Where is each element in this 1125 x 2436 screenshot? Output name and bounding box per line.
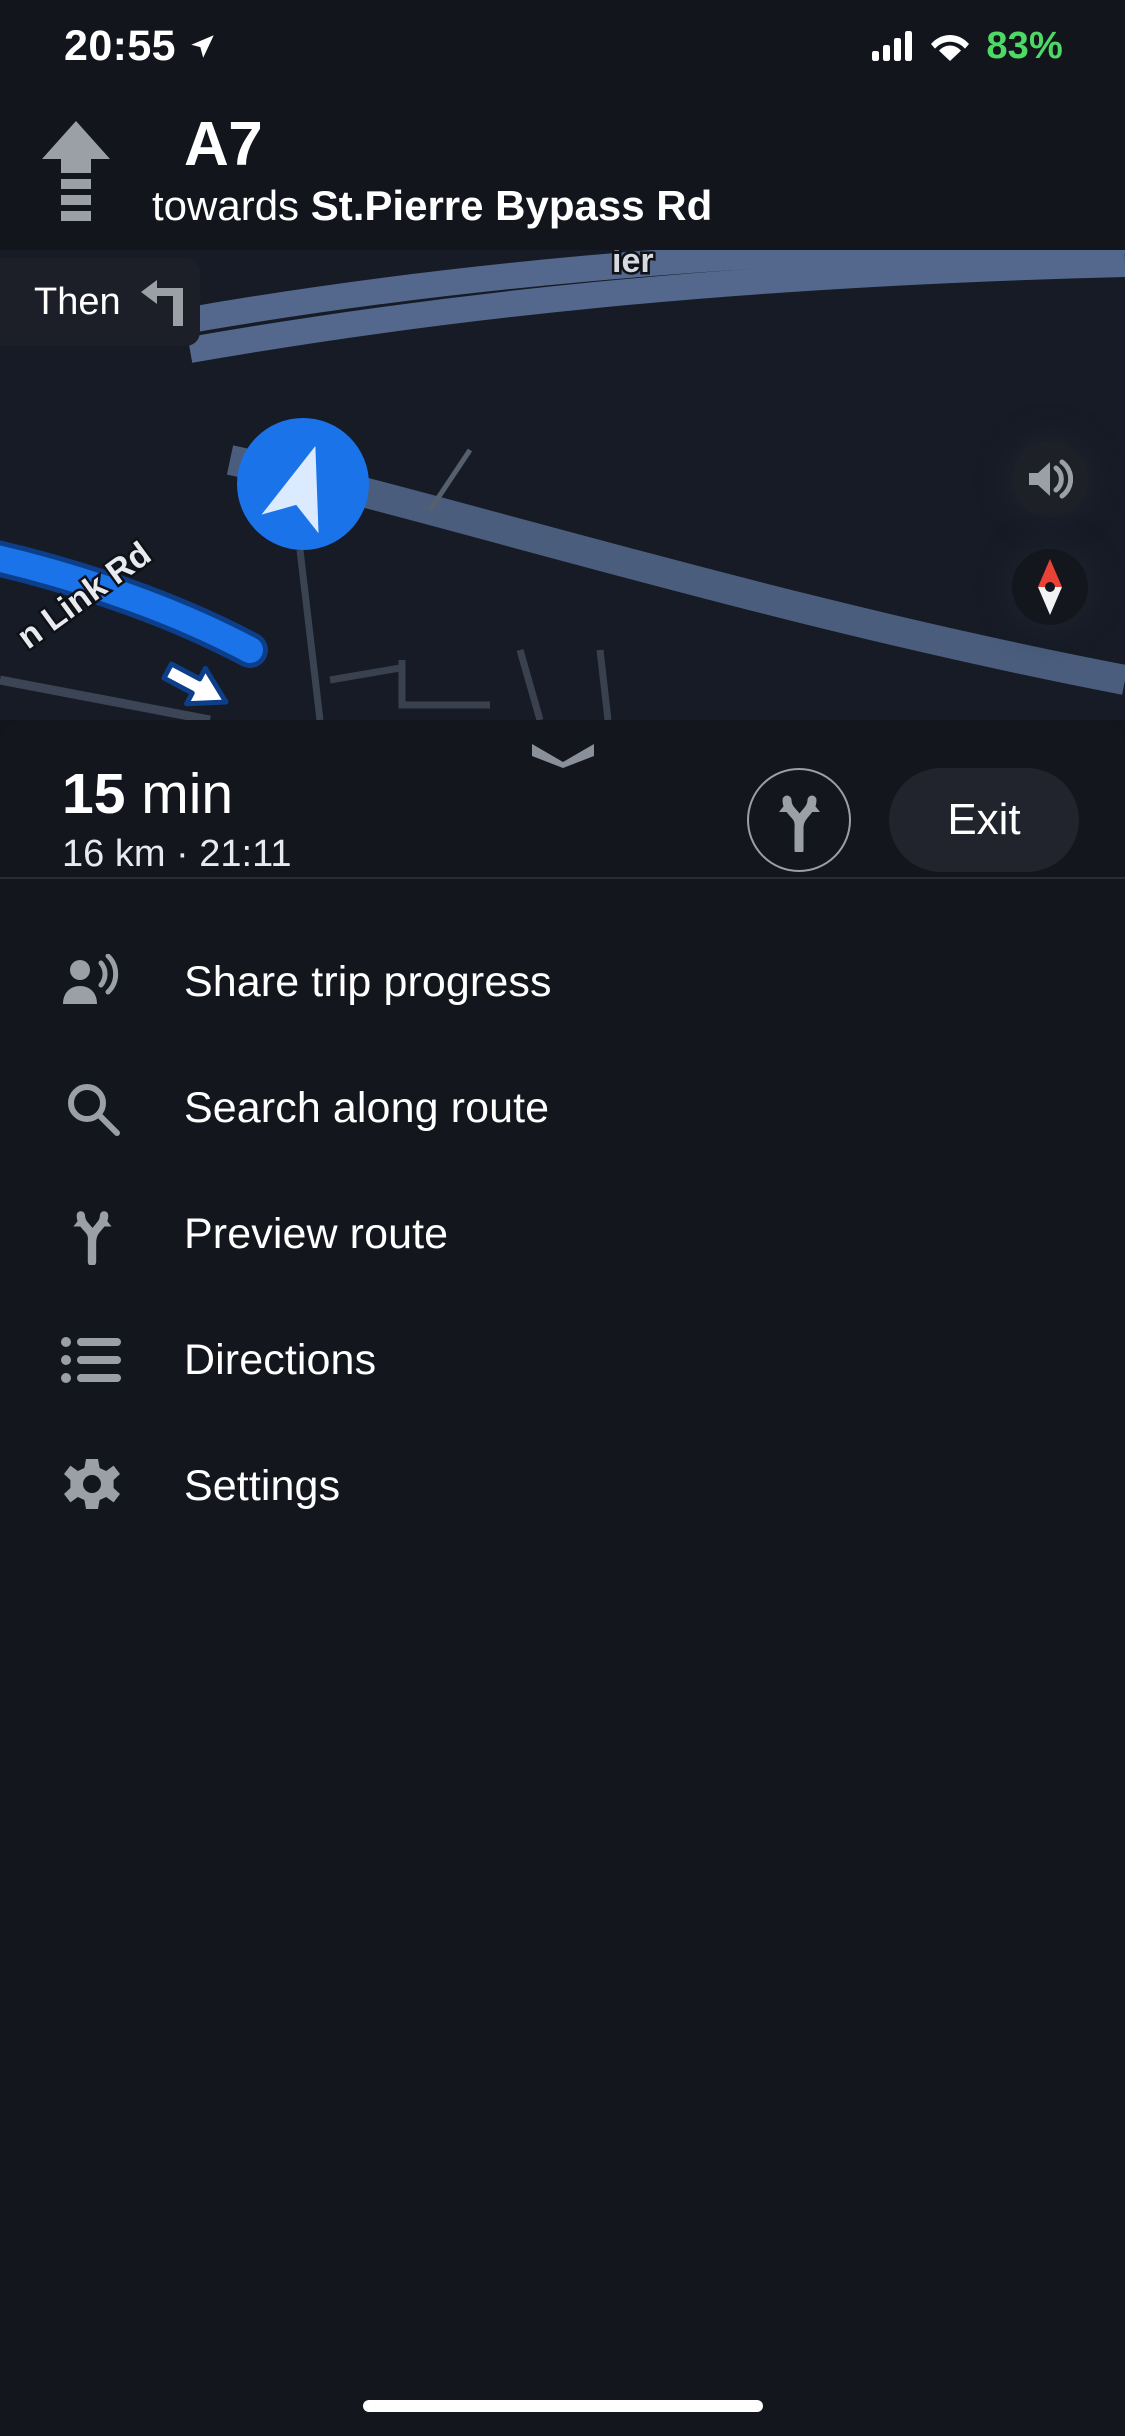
current-road-label: A7 bbox=[184, 110, 263, 180]
compass-button[interactable] bbox=[1012, 549, 1088, 625]
trip-duration-unit: min bbox=[141, 762, 234, 827]
then-label: Then bbox=[34, 281, 121, 323]
location-arrow-icon bbox=[191, 34, 214, 58]
menu-item-directions[interactable]: Directions bbox=[0, 1297, 1125, 1423]
compass-needle-icon bbox=[1038, 559, 1062, 615]
gear-icon-wrap bbox=[44, 1457, 140, 1515]
menu-item-label: Search along route bbox=[184, 1083, 550, 1132]
navigation-screen: 20:55 83% A7 towards St.Pierre Bypass Rd… bbox=[0, 0, 1125, 2436]
chevron-down-icon bbox=[531, 744, 594, 768]
status-bar-left: 20:55 bbox=[64, 21, 216, 70]
status-bar: 20:55 83% bbox=[0, 0, 1125, 92]
navigation-instruction-header[interactable]: A7 towards St.Pierre Bypass Rd bbox=[0, 92, 1125, 250]
status-bar-clock: 20:55 bbox=[64, 21, 176, 70]
home-indicator[interactable] bbox=[362, 2400, 763, 2412]
volume-button[interactable] bbox=[1012, 441, 1088, 517]
menu-item-search-along-route[interactable]: Search along route bbox=[0, 1045, 1125, 1171]
cellular-signal-icon bbox=[872, 31, 913, 61]
speaker-icon bbox=[1029, 459, 1073, 499]
menu-item-share-trip-progress[interactable]: Share trip progress bbox=[0, 919, 1125, 1045]
list-bullet-icon bbox=[61, 1337, 121, 1383]
menu-item-settings[interactable]: Settings bbox=[0, 1423, 1125, 1549]
list-bullet-icon-wrap bbox=[44, 1335, 140, 1385]
trip-summary-text: 15 min 16 km · 21:11 bbox=[62, 764, 747, 875]
search-icon bbox=[68, 1084, 120, 1136]
turn-left-arrow-icon bbox=[140, 280, 183, 326]
gear-icon bbox=[64, 1459, 120, 1509]
sheet-grabber[interactable] bbox=[528, 740, 598, 773]
trip-duration: 15 min bbox=[62, 764, 747, 824]
battery-percent: 83% bbox=[986, 24, 1063, 67]
straight-ahead-arrow-icon bbox=[42, 121, 110, 221]
status-bar-right: 83% bbox=[872, 25, 1063, 68]
maneuver-icon-wrap bbox=[0, 119, 152, 223]
svg-text:ier: ier bbox=[612, 250, 654, 280]
trip-options-menu: Share trip progress Search along route P… bbox=[0, 879, 1125, 1549]
share-person-broadcast-icon bbox=[63, 954, 119, 1004]
trip-bottom-sheet: 15 min 16 km · 21:11 Exit Share trip pro… bbox=[0, 720, 1125, 2436]
route-alternatives-button[interactable] bbox=[747, 768, 851, 872]
menu-item-label: Settings bbox=[184, 1461, 341, 1510]
route-fork-icon-wrap bbox=[44, 1203, 140, 1265]
then-maneuver-banner: Then bbox=[0, 258, 200, 346]
destination-road-label: St.Pierre Bypass Rd bbox=[310, 182, 713, 230]
exit-navigation-button[interactable]: Exit bbox=[889, 768, 1079, 872]
menu-item-label: Share trip progress bbox=[184, 957, 552, 1006]
menu-item-label: Preview route bbox=[184, 1209, 449, 1258]
exit-button-label: Exit bbox=[947, 795, 1021, 844]
route-fork-icon bbox=[73, 1211, 112, 1265]
search-icon-wrap bbox=[44, 1079, 140, 1137]
route-fork-icon bbox=[779, 795, 820, 852]
navigation-instruction-text: A7 towards St.Pierre Bypass Rd bbox=[152, 112, 1125, 229]
menu-item-label: Directions bbox=[184, 1335, 377, 1384]
towards-line: towards St.Pierre Bypass Rd bbox=[152, 183, 1113, 229]
trip-distance-eta: 16 km · 21:11 bbox=[62, 832, 292, 875]
trip-duration-value: 15 bbox=[62, 762, 126, 827]
menu-item-preview-route[interactable]: Preview route bbox=[0, 1171, 1125, 1297]
wifi-icon bbox=[931, 35, 970, 61]
towards-prefix: towards bbox=[152, 182, 300, 230]
share-person-broadcast-icon-wrap bbox=[44, 954, 140, 1010]
